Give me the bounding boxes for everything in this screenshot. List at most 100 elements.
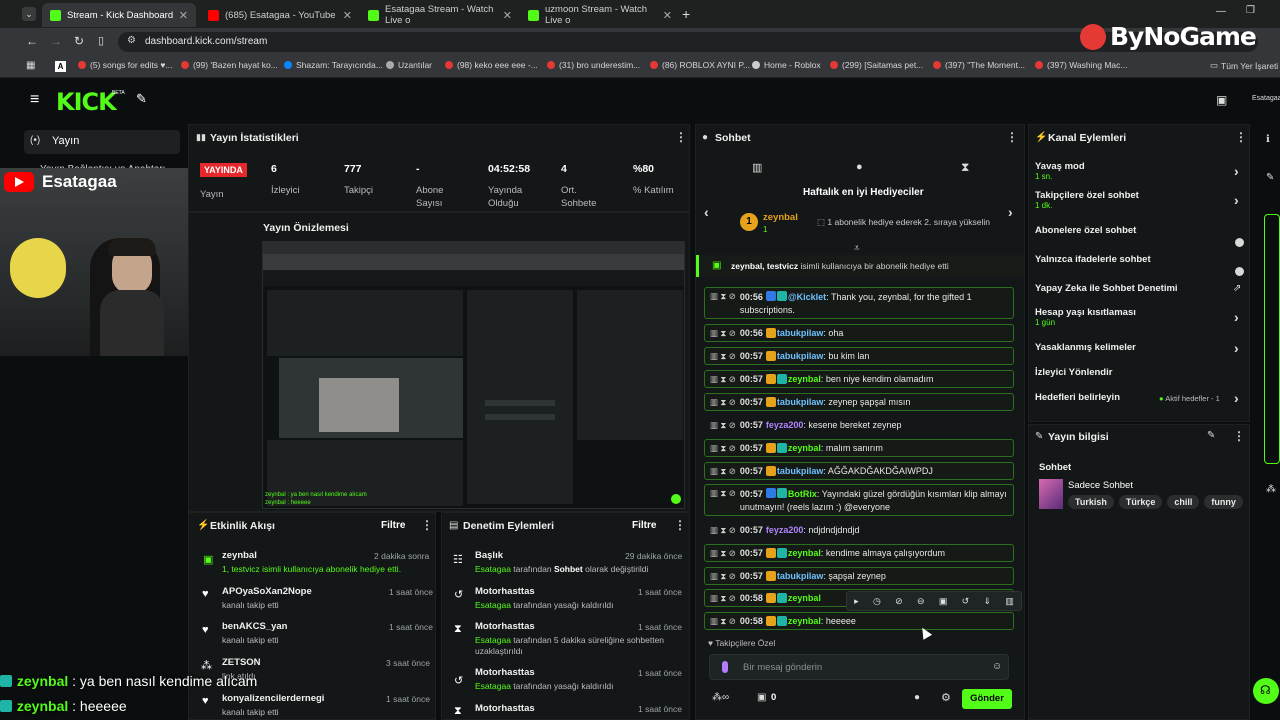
bookmark-item[interactable]: Shazam: Tarayıcında... bbox=[284, 60, 383, 70]
message-user[interactable]: @Kicklet bbox=[788, 292, 826, 302]
kick-logo[interactable]: KICK bbox=[56, 88, 117, 116]
gifters-prev-icon[interactable]: ‹ bbox=[704, 204, 709, 220]
support-button[interactable]: ☊ bbox=[1253, 678, 1279, 704]
bookmark-item[interactable]: (99) 'Bazen hayat ko... bbox=[181, 60, 278, 70]
bookmark-item[interactable]: (5) songs for edits ♥... bbox=[78, 60, 173, 70]
chat-message[interactable]: ▥ ⧗ ⊘ 00:57 BotRix: Yayındaki güzel gördü… bbox=[704, 484, 1014, 516]
message-user[interactable]: tabukpilaw bbox=[777, 328, 824, 338]
action-followers-only[interactable]: Takipçilere özel sohbet 1 dk. › bbox=[1035, 190, 1247, 216]
chat-message[interactable]: ▥ ⧗ ⊘ 00:57 zeynbal: ben niye kendim olama… bbox=[704, 370, 1014, 388]
bookmark-item[interactable]: (86) ROBLOX AYNI P... bbox=[650, 60, 750, 70]
action-ai-moderation[interactable]: Yapay Zeka ile Sohbet Denetimi ⇗ bbox=[1035, 283, 1247, 301]
trash-icon[interactable]: ▥ bbox=[752, 161, 762, 174]
gifter-name[interactable]: zeynbal bbox=[763, 212, 798, 223]
action-account-age[interactable]: Hesap yaşı kısıtlaması 1 gün › bbox=[1035, 307, 1247, 333]
bookmark-item[interactable]: (397) "The Moment... bbox=[933, 60, 1025, 70]
collapse-icon[interactable]: ⩡ bbox=[854, 243, 860, 254]
activity-menu-icon[interactable]: ⋮ bbox=[421, 518, 433, 532]
mod-actions-icon[interactable]: ▥ ⧗ ⊘ bbox=[710, 397, 736, 408]
stream-info-menu-icon[interactable]: ⋮ bbox=[1233, 429, 1245, 443]
channel-actions-menu-icon[interactable]: ⋮ bbox=[1235, 130, 1247, 144]
send-button[interactable]: Gönder bbox=[962, 689, 1012, 709]
preview-video[interactable]: zeynbal : ya ben nasıl kendime alıcam ze… bbox=[262, 241, 685, 509]
mod-actions-icon[interactable]: ▥ ⧗ ⊘ bbox=[710, 374, 736, 385]
message-user[interactable]: tabukpilaw bbox=[777, 397, 824, 407]
gifters-next-icon[interactable]: › bbox=[1008, 204, 1013, 220]
minimize-icon[interactable]: — bbox=[1216, 6, 1226, 17]
back-icon[interactable]: ← bbox=[26, 34, 38, 48]
message-user[interactable]: zeynbal bbox=[788, 374, 821, 384]
stats-menu-icon[interactable]: ⋮ bbox=[675, 130, 687, 144]
hourglass-icon[interactable]: ⧗ bbox=[961, 160, 969, 175]
rail-pin-icon[interactable]: ✎ bbox=[1266, 172, 1274, 183]
mod-actions-icon[interactable]: ▥ ⧗ ⊘ bbox=[710, 328, 736, 339]
delete-icon[interactable]: ▥ bbox=[1005, 596, 1014, 607]
chat-message[interactable]: ▥ ⧗ ⊘ 00:56 tabukpilaw: oha bbox=[704, 324, 1014, 342]
tab-kick-dashboard[interactable]: Stream - Kick Dashboard ✕ bbox=[42, 3, 196, 27]
all-bookmarks[interactable]: ▭ Tüm Yer İşareti bbox=[1210, 60, 1278, 71]
menu-icon[interactable]: ≡ bbox=[30, 91, 39, 109]
action-raid[interactable]: İzleyici Yönlendir bbox=[1035, 367, 1247, 385]
chat-message[interactable]: ▥ ⧗ ⊘ 00:57 tabukpilaw: AĞĞAKDĞAKDĞAIWPDJ bbox=[704, 462, 1014, 480]
chat-message[interactable]: ▥ ⧗ ⊘ 00:56 @Kicklet: Thank you, zeynbal,… bbox=[704, 287, 1014, 319]
message-user[interactable]: tabukpilaw bbox=[777, 351, 824, 361]
chat-message[interactable]: ▥ ⧗ ⊘ 00:57 zeynbal: kendime almaya çalışı… bbox=[704, 544, 1014, 562]
chat-message[interactable]: ▥ ⧗ ⊘ 00:57 feyza200: ndjdndjdndjd bbox=[704, 521, 1014, 539]
maximize-icon[interactable]: ❐ bbox=[1246, 5, 1255, 16]
points-icon[interactable]: ⁂∞ bbox=[712, 692, 729, 703]
mute-icon[interactable]: ⊘ bbox=[895, 596, 903, 607]
action-banned-words[interactable]: Yasaklanmış kelimeler › bbox=[1035, 340, 1247, 360]
timeout-icon[interactable]: ◷ bbox=[873, 596, 881, 607]
activity-filter-button[interactable]: Filtre bbox=[381, 520, 405, 531]
message-user[interactable]: feyza200 bbox=[766, 525, 804, 535]
new-tab-icon[interactable]: + bbox=[682, 6, 690, 22]
message-user[interactable]: zeynbal bbox=[788, 548, 821, 558]
chat-message[interactable]: ▥ ⧗ ⊘ 00:58 zeynbal: heeeee bbox=[704, 612, 1014, 630]
bookmark-item[interactable]: (98) keko eee eee -... bbox=[445, 60, 538, 70]
copy-icon[interactable]: ▣ bbox=[939, 596, 948, 607]
mod-actions-icon[interactable]: ▥ ⧗ ⊘ bbox=[710, 525, 736, 536]
message-user[interactable]: zeynbal bbox=[788, 616, 821, 626]
user-label[interactable]: Esatagaa bbox=[1252, 95, 1280, 102]
message-user[interactable]: zeynbal bbox=[788, 443, 821, 453]
chat-icon[interactable]: ● bbox=[856, 161, 863, 173]
message-user[interactable]: tabukpilaw bbox=[777, 466, 824, 476]
tab-youtube[interactable]: (685) Esatagaa - YouTube ✕ bbox=[200, 3, 360, 27]
ban-icon[interactable]: ⊖ bbox=[917, 596, 925, 607]
forward-icon[interactable]: → bbox=[50, 34, 62, 48]
close-tab-icon[interactable]: ✕ bbox=[503, 9, 512, 22]
reply-icon[interactable]: ▸ bbox=[854, 596, 859, 607]
chat-message[interactable]: ▥ ⧗ ⊘ 00:57 tabukpilaw: bu kim lan bbox=[704, 347, 1014, 365]
mod-actions-icon[interactable]: ▥ ⧗ ⊘ bbox=[710, 420, 736, 431]
chat-input[interactable]: Bir mesaj gönderin ☺ bbox=[709, 654, 1009, 680]
message-user[interactable]: tabukpilaw bbox=[777, 571, 824, 581]
close-tab-icon[interactable]: ✕ bbox=[343, 9, 352, 22]
close-tab-icon[interactable]: ✕ bbox=[663, 9, 672, 22]
tag[interactable]: Türkçe bbox=[1118, 495, 1163, 509]
tab-esatagaa-stream[interactable]: Esatagaa Stream - Watch Live o ✕ bbox=[360, 3, 520, 27]
mod-actions-icon[interactable]: ▥ ⧗ ⊘ bbox=[710, 593, 736, 604]
mod-actions-icon[interactable]: ▥ ⧗ ⊘ bbox=[710, 291, 736, 302]
sidebar-item-yayin[interactable]: (•) Yayın bbox=[24, 130, 180, 154]
moderation-filter-button[interactable]: Filtre bbox=[632, 520, 656, 531]
emoji-icon[interactable]: ☺ bbox=[992, 661, 1002, 672]
undo-icon[interactable]: ↺ bbox=[962, 596, 970, 607]
rail-share-icon[interactable]: ⁂ bbox=[1266, 484, 1276, 495]
pin-icon[interactable]: ⇓ bbox=[983, 596, 991, 607]
message-user[interactable]: zeynbal bbox=[788, 593, 821, 603]
mod-actions-icon[interactable]: ▥ ⧗ ⊘ bbox=[710, 488, 736, 499]
chat-message[interactable]: ▥ ⧗ ⊘ 00:57 tabukpilaw: şapşal zeynep bbox=[704, 567, 1014, 585]
action-goals[interactable]: Hedefleri belirleyin ● Aktif hedefler - … bbox=[1035, 390, 1247, 410]
action-slow-mode[interactable]: Yavaş mod 1 sn. › bbox=[1035, 161, 1247, 187]
site-info-icon[interactable]: ⚙ bbox=[127, 35, 136, 46]
apps-grid-icon[interactable]: ▦ bbox=[26, 60, 35, 71]
action-subscribers-only[interactable]: Abonelere özel sohbet bbox=[1035, 225, 1247, 243]
category-name[interactable]: Sadece Sohbet bbox=[1068, 480, 1133, 491]
reload-icon[interactable]: ↻ bbox=[74, 34, 84, 48]
tag[interactable]: Turkish bbox=[1068, 495, 1114, 509]
tab-uzmoon-stream[interactable]: uzmoon Stream - Watch Live o ✕ bbox=[520, 3, 680, 27]
rail-info-icon[interactable]: ℹ bbox=[1266, 134, 1270, 145]
bookmark-item[interactable]: (299) [Saitamas pet... bbox=[830, 60, 923, 70]
message-user[interactable]: feyza200 bbox=[766, 420, 804, 430]
bookmark-item[interactable]: Home - Roblox bbox=[752, 60, 821, 70]
